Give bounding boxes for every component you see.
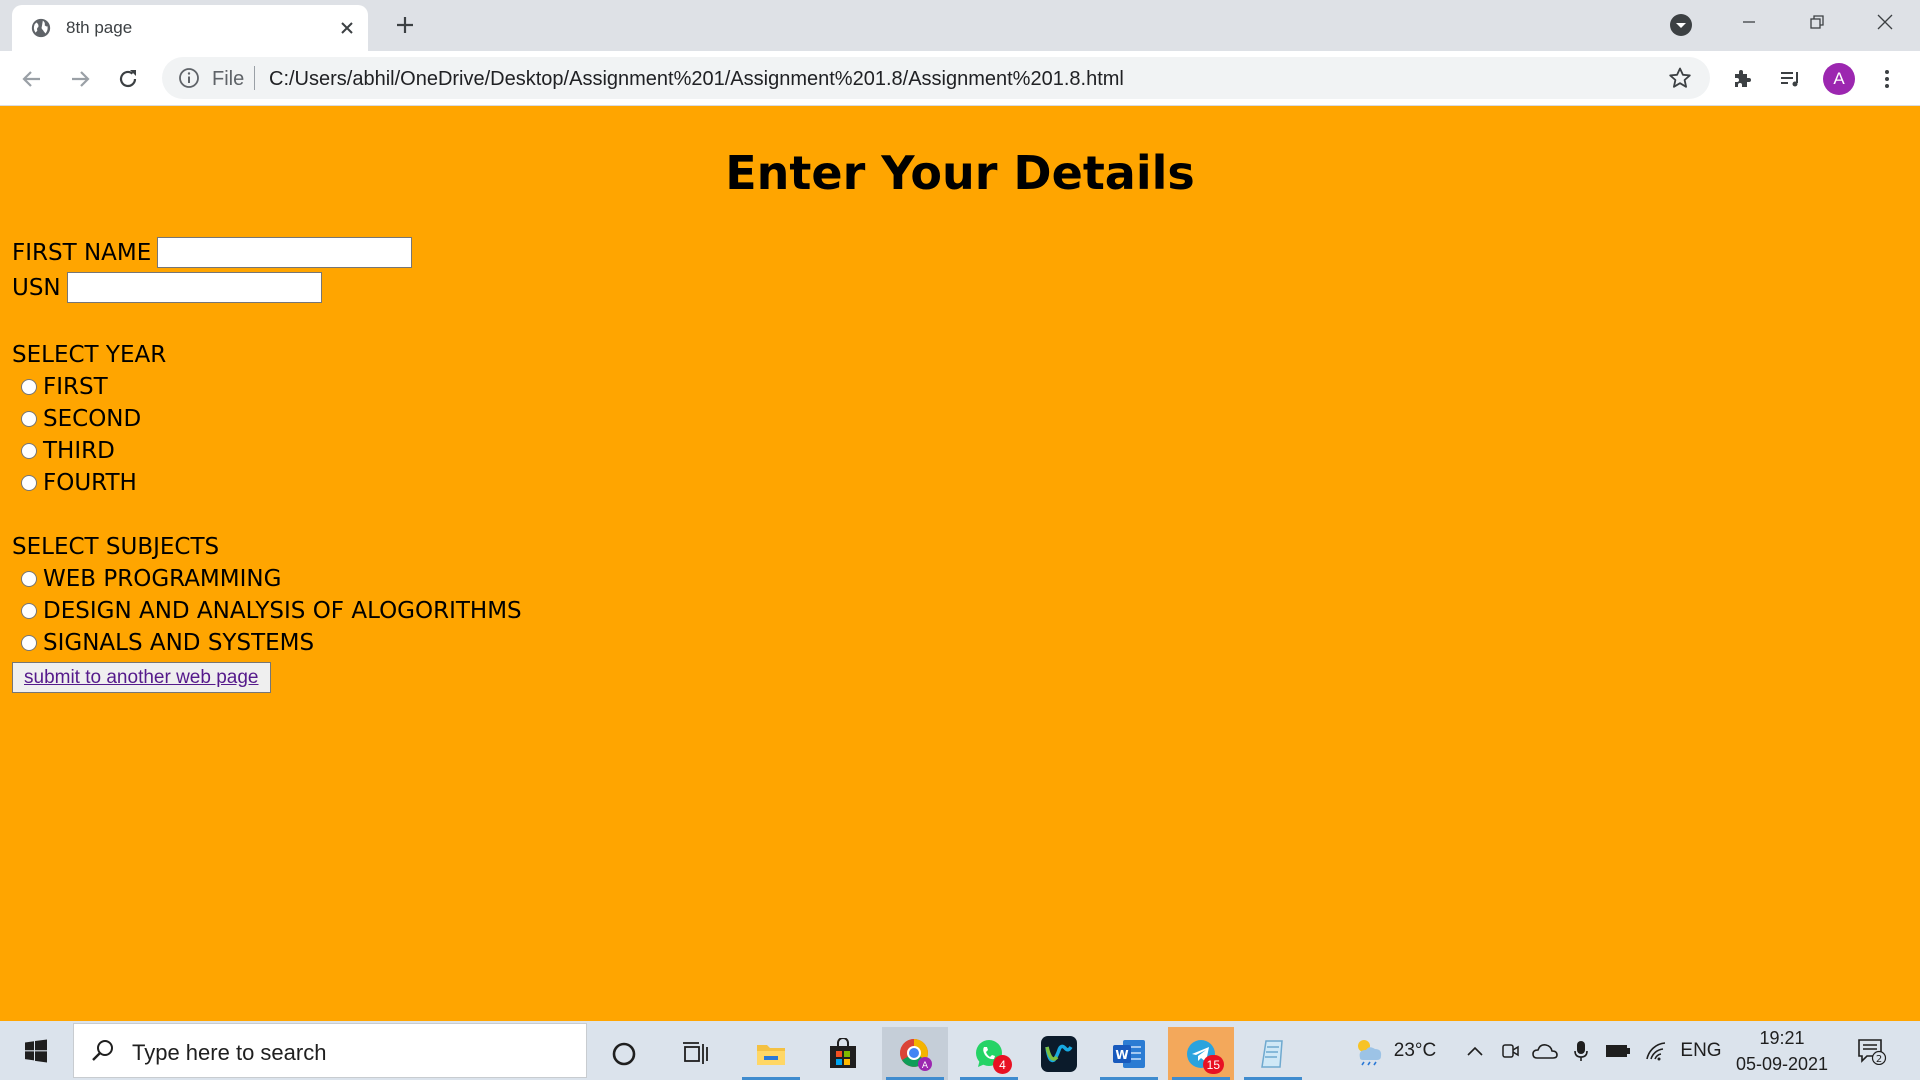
tab-close-icon[interactable] <box>334 15 360 41</box>
microphone-icon[interactable] <box>1566 1021 1596 1080</box>
svg-text:A: A <box>922 1061 929 1071</box>
whatsapp-icon[interactable]: 4 <box>956 1027 1022 1080</box>
extensions-puzzle-icon[interactable] <box>1727 63 1759 95</box>
year-option-first[interactable]: FIRST <box>12 374 108 400</box>
globe-icon <box>31 18 51 38</box>
close-window-icon[interactable] <box>1852 0 1918 44</box>
svg-text:W: W <box>1115 1048 1128 1062</box>
kebab-menu-icon[interactable] <box>1871 63 1903 95</box>
clock-time: 19:21 <box>1759 1028 1805 1048</box>
chevron-up-icon[interactable] <box>1458 1021 1492 1080</box>
microsoft-store-icon[interactable] <box>810 1027 876 1080</box>
subject-option-signals[interactable]: SIGNALS AND SYSTEMS <box>12 630 314 656</box>
word-icon[interactable]: W <box>1096 1027 1162 1080</box>
tab-strip: 8th page <box>0 0 1920 51</box>
submit-button[interactable]: submit to another web page <box>12 662 271 693</box>
select-subjects-heading: SELECT SUBJECTS <box>12 534 220 560</box>
input-language[interactable]: ENG <box>1680 1021 1722 1080</box>
cortana-icon[interactable] <box>591 1027 657 1080</box>
first-name-input[interactable] <box>157 237 413 268</box>
subject-option-label: DESIGN AND ANALYSIS OF ALOGORITHMS <box>43 598 522 624</box>
usn-input[interactable] <box>66 272 322 303</box>
notification-center-icon[interactable]: 2 <box>1850 1021 1894 1080</box>
browser-tab[interactable]: 8th page <box>12 5 368 51</box>
notepad-icon[interactable] <box>1240 1027 1306 1080</box>
tab-title: 8th page <box>66 18 133 37</box>
subject-option-daa[interactable]: DESIGN AND ANALYSIS OF ALOGORITHMS <box>12 598 522 624</box>
year-radio-first[interactable] <box>21 379 37 395</box>
file-explorer-icon[interactable] <box>738 1027 804 1080</box>
profile-avatar[interactable]: A <box>1823 63 1855 95</box>
windows-taskbar: Type here to search A 4 W 15 23°C ENG 19… <box>0 1021 1920 1080</box>
clock-date: 05-09-2021 <box>1735 1054 1829 1074</box>
usn-label: USN <box>12 274 61 301</box>
subject-radio-web-programming[interactable] <box>21 571 37 587</box>
year-option-label: THIRD <box>43 438 115 464</box>
usn-row: USN <box>12 272 322 303</box>
back-icon[interactable] <box>16 63 48 95</box>
weather-widget[interactable]: 23°C <box>1344 1021 1444 1080</box>
weather-cloud-sun-icon <box>1357 1039 1381 1065</box>
media-control-icon[interactable] <box>1774 63 1806 95</box>
year-radio-fourth[interactable] <box>21 475 37 491</box>
onedrive-cloud-icon[interactable] <box>1528 1021 1562 1080</box>
url-scheme-label: File <box>212 68 245 90</box>
search-icon <box>92 1040 113 1061</box>
weather-temperature: 23°C <box>1393 1039 1437 1061</box>
chrome-icon[interactable]: A <box>882 1027 948 1080</box>
select-year-heading: SELECT YEAR <box>12 342 167 368</box>
meet-now-icon[interactable] <box>1494 1021 1526 1080</box>
year-option-label: FIRST <box>43 374 108 400</box>
browser-toolbar: File C:/Users/abhil/OneDrive/Desktop/Ass… <box>0 51 1920 106</box>
search-placeholder: Type here to search <box>132 1040 327 1065</box>
windows-start-icon[interactable] <box>0 1021 72 1080</box>
year-option-label: FOURTH <box>43 470 137 496</box>
year-option-label: SECOND <box>43 406 142 432</box>
first-name-label: FIRST NAME <box>12 239 152 266</box>
forward-icon[interactable] <box>64 63 96 95</box>
restore-icon[interactable] <box>1784 0 1850 44</box>
telegram-badge: 15 <box>1202 1055 1224 1074</box>
first-name-row: FIRST NAME <box>12 237 413 268</box>
address-bar[interactable]: File C:/Users/abhil/OneDrive/Desktop/Ass… <box>162 57 1710 99</box>
url-text[interactable]: C:/Users/abhil/OneDrive/Desktop/Assignme… <box>269 68 1124 91</box>
page-content: Enter Your Details FIRST NAME USN SELECT… <box>0 106 1920 1021</box>
bookmark-star-icon[interactable] <box>1668 66 1692 90</box>
telegram-icon[interactable]: 15 <box>1168 1027 1234 1080</box>
task-view-icon[interactable] <box>663 1027 729 1080</box>
taskbar-search[interactable]: Type here to search <box>73 1023 587 1078</box>
year-option-third[interactable]: THIRD <box>12 438 115 464</box>
notification-count: 2 <box>1876 1054 1882 1065</box>
subject-radio-signals[interactable] <box>21 635 37 651</box>
reload-icon[interactable] <box>112 63 144 95</box>
tab-search-icon[interactable] <box>1668 12 1694 38</box>
subject-option-label: WEB PROGRAMMING <box>43 566 282 592</box>
webex-icon[interactable] <box>1026 1027 1092 1080</box>
year-option-fourth[interactable]: FOURTH <box>12 470 137 496</box>
system-clock[interactable]: 19:21 05-09-2021 <box>1730 1025 1834 1077</box>
subject-radio-daa[interactable] <box>21 603 37 619</box>
info-icon[interactable] <box>178 67 200 89</box>
page-title: Enter Your Details <box>725 146 1195 200</box>
whatsapp-badge: 4 <box>993 1055 1012 1074</box>
year-radio-second[interactable] <box>21 411 37 427</box>
year-option-second[interactable]: SECOND <box>12 406 141 432</box>
subject-option-web-programming[interactable]: WEB PROGRAMMING <box>12 566 281 592</box>
wifi-icon[interactable] <box>1640 1021 1674 1080</box>
new-tab-icon[interactable] <box>390 10 420 40</box>
battery-icon[interactable] <box>1600 1021 1636 1080</box>
year-radio-third[interactable] <box>21 443 37 459</box>
subject-option-label: SIGNALS AND SYSTEMS <box>43 630 315 656</box>
address-separator <box>254 66 255 90</box>
minimize-icon[interactable] <box>1716 0 1782 44</box>
